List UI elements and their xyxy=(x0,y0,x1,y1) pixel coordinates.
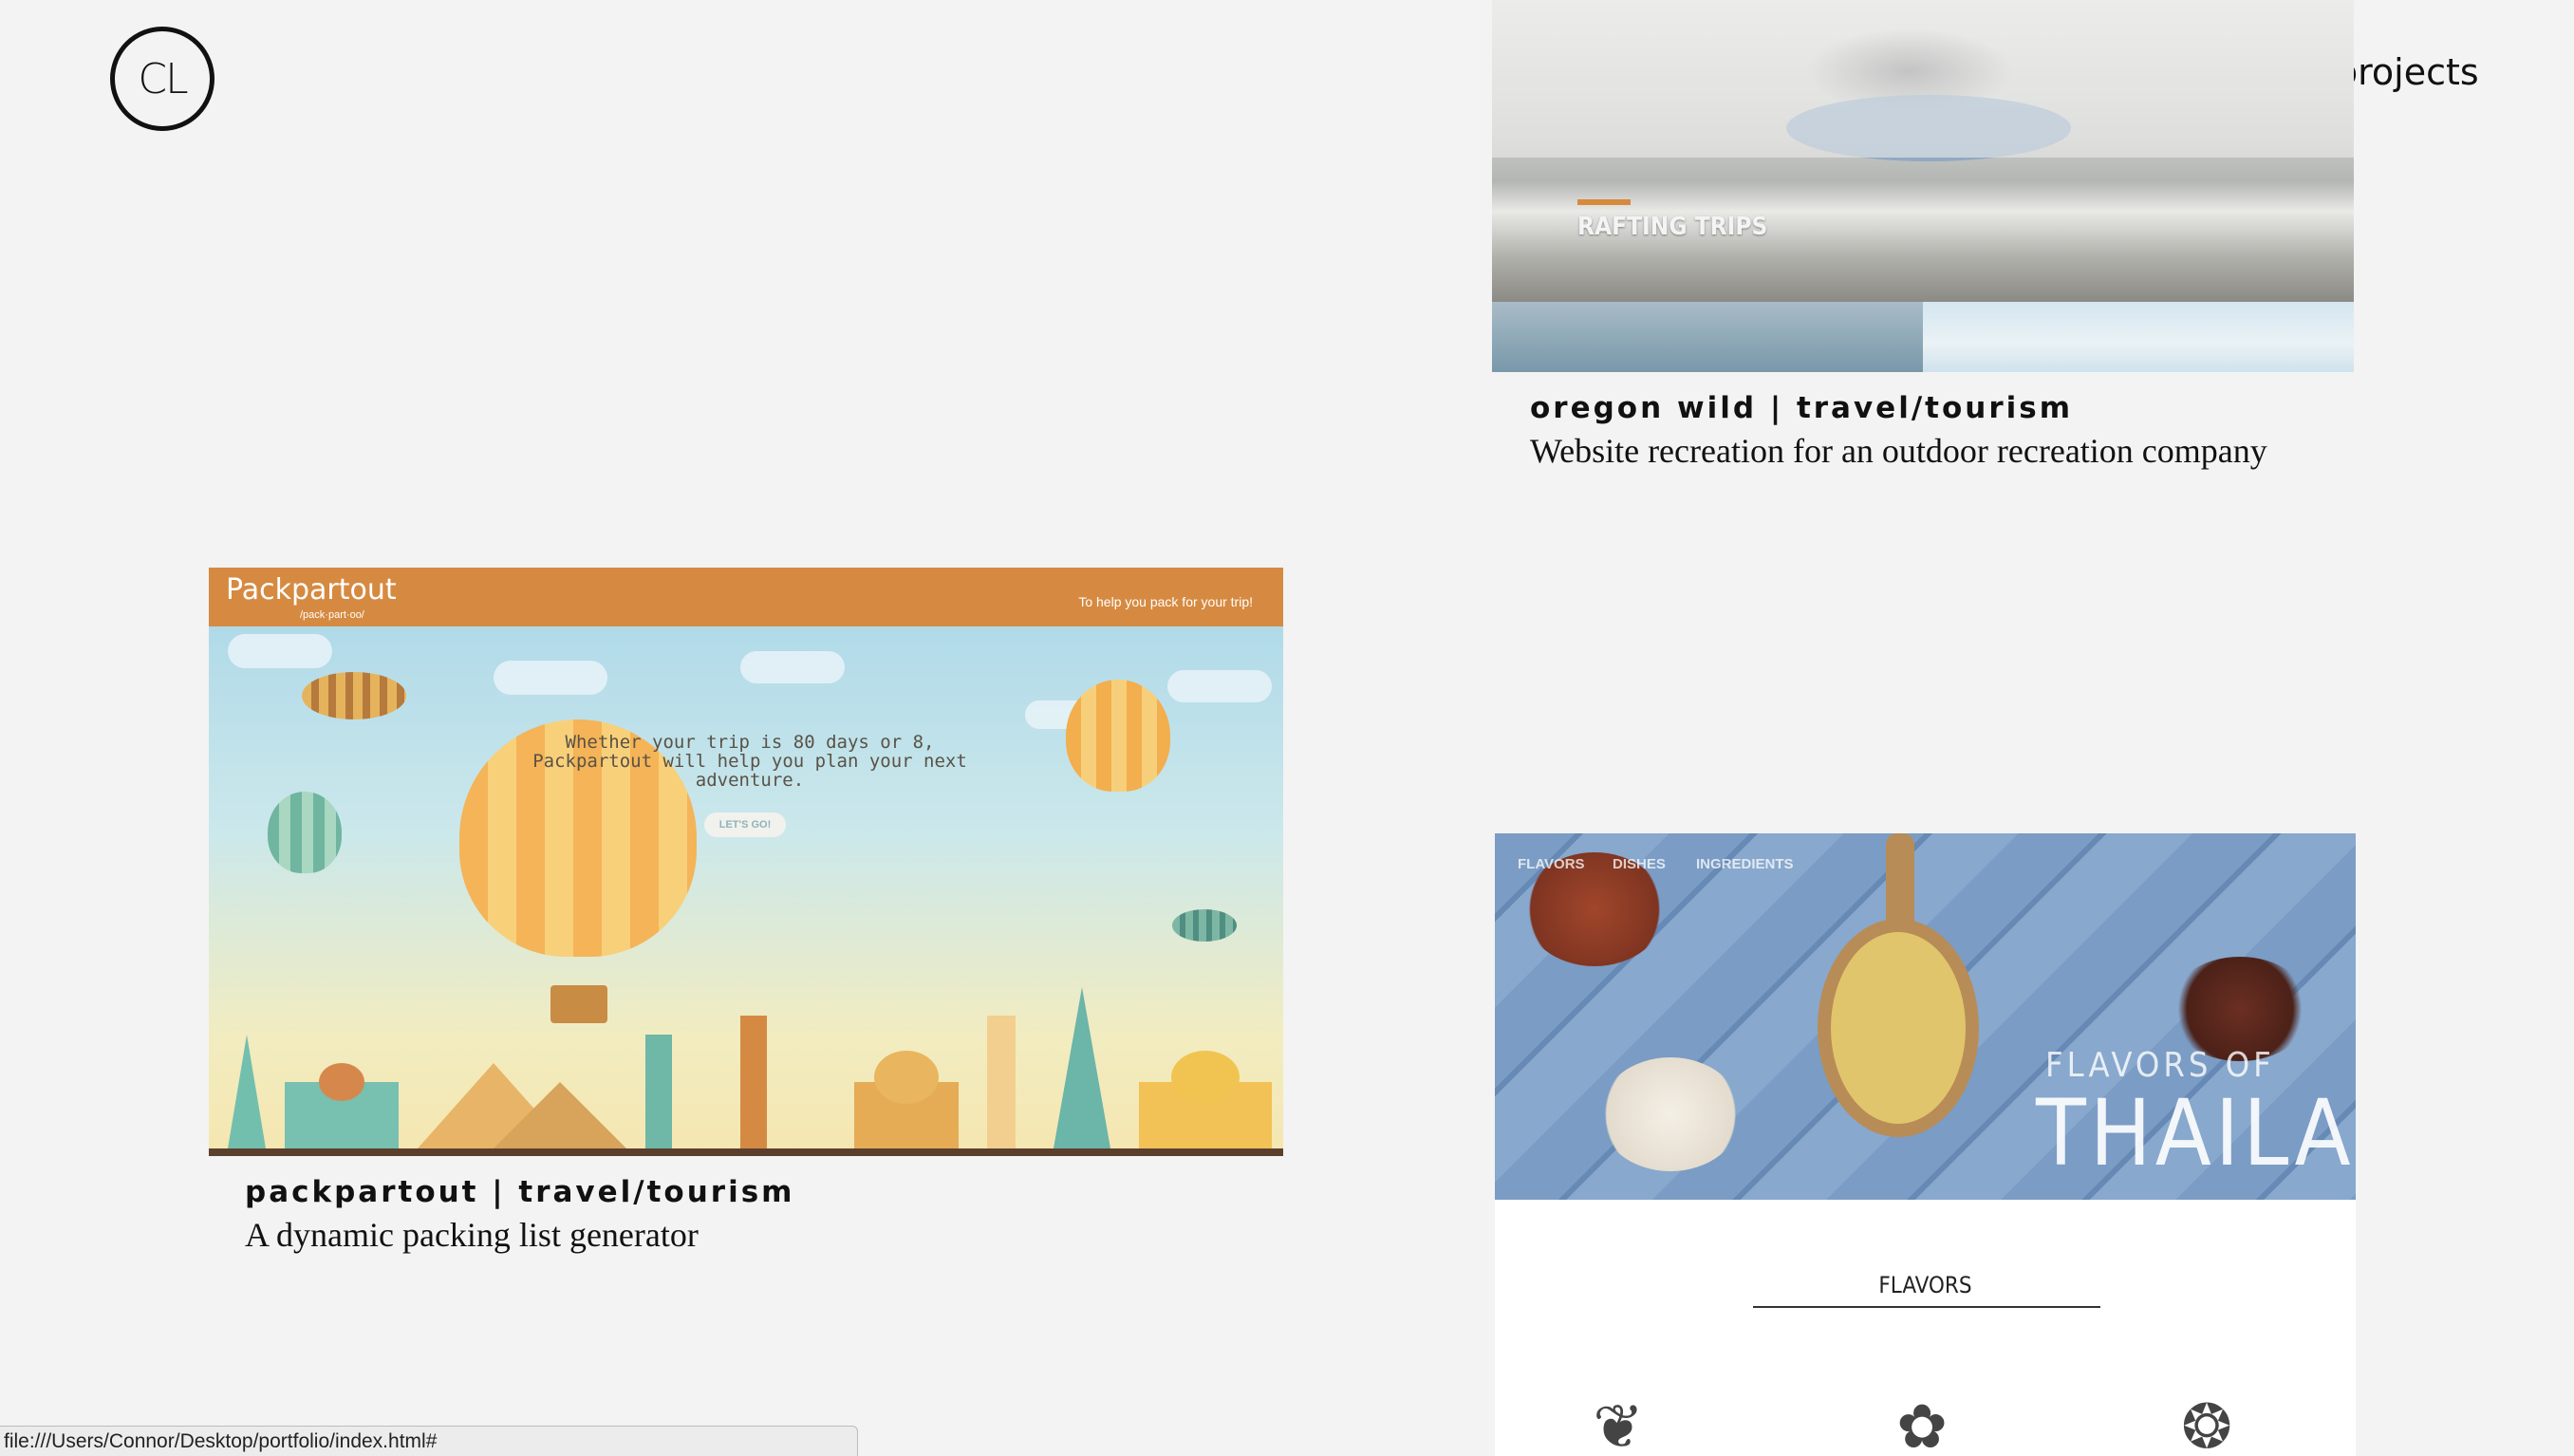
cloud xyxy=(740,651,845,683)
packpartout-pronunciation: /pack·part·oo/ xyxy=(300,609,364,621)
airship-icon xyxy=(302,672,406,719)
packpartout-tagline: To help you pack for your trip! xyxy=(1078,594,1253,609)
logo-text: CL xyxy=(138,54,188,103)
thai-nav-dishes: DISHES xyxy=(1613,856,1666,872)
thumbnail-strip-left xyxy=(1492,302,1923,372)
herb-sketch-icon: ✿ xyxy=(1896,1392,1948,1456)
lime-sketch-icon: ❂ xyxy=(2181,1392,2232,1456)
cloud xyxy=(494,661,607,695)
thai-title-large: THAILAND xyxy=(2036,1080,2356,1186)
oregon-wild-meta: oregon wild | travel/tourism Website rec… xyxy=(1530,391,2346,471)
thai-nav-flavors: FLAVORS xyxy=(1518,856,1585,872)
ground-line xyxy=(209,1148,1283,1156)
packpartout-headline: Whether your trip is 80 days or 8, Packp… xyxy=(532,732,967,791)
airship-icon xyxy=(1172,909,1237,942)
lets-go-button: LET'S GO! xyxy=(704,812,786,837)
chili-sketch-icon: ❦ xyxy=(1593,1392,1644,1456)
project-description: A dynamic packing list generator xyxy=(245,1216,699,1254)
cloud xyxy=(1167,670,1272,702)
accent-bar xyxy=(1577,199,1631,205)
logo[interactable]: CL xyxy=(110,27,214,131)
thailand-hero-image: FLAVORS DISHES INGREDIENTS FLAVORS OF TH… xyxy=(1495,833,2356,1200)
city-skyline-illustration xyxy=(228,987,1272,1148)
nav-projects-link[interactable]: projects xyxy=(2335,51,2479,93)
packpartout-meta: packpartout | travel/tourism A dynamic p… xyxy=(245,1175,1194,1255)
hot-air-balloon-icon xyxy=(268,792,342,873)
wooden-spoon-image xyxy=(1818,919,1979,1137)
cloud xyxy=(228,634,332,668)
thai-nav-ingredients: INGREDIENTS xyxy=(1696,856,1794,872)
oregon-wild-screenshot[interactable]: RAFTING TRIPS xyxy=(1492,0,2354,372)
flavors-section-heading: FLAVORS xyxy=(1878,1272,1972,1298)
project-tag: oregon wild | travel/tourism xyxy=(1530,391,2074,425)
project-description: Website recreation for an outdoor recrea… xyxy=(1530,432,2267,470)
packpartout-header: Packpartout /pack·part·oo/ To help you p… xyxy=(209,568,1283,626)
packpartout-screenshot[interactable]: Packpartout /pack·part·oo/ To help you p… xyxy=(209,568,1283,1156)
packpartout-brand: Packpartout xyxy=(226,573,397,607)
header-overlay xyxy=(1492,0,2354,158)
thumbnail-strip-right xyxy=(1923,302,2354,372)
rafting-trips-label: RAFTING TRIPS xyxy=(1577,213,1768,241)
garlic-image xyxy=(1599,1057,1742,1171)
thailand-screenshot[interactable]: FLAVORS DISHES INGREDIENTS FLAVORS OF TH… xyxy=(1495,833,2356,1456)
hot-air-balloon-icon xyxy=(1066,680,1170,792)
thai-title-small: FLAVORS OF xyxy=(2045,1046,2275,1085)
browser-status-bar: file:///Users/Connor/Desktop/portfolio/i… xyxy=(0,1426,858,1456)
section-divider xyxy=(1753,1306,2100,1308)
project-tag: packpartout | travel/tourism xyxy=(245,1175,795,1209)
